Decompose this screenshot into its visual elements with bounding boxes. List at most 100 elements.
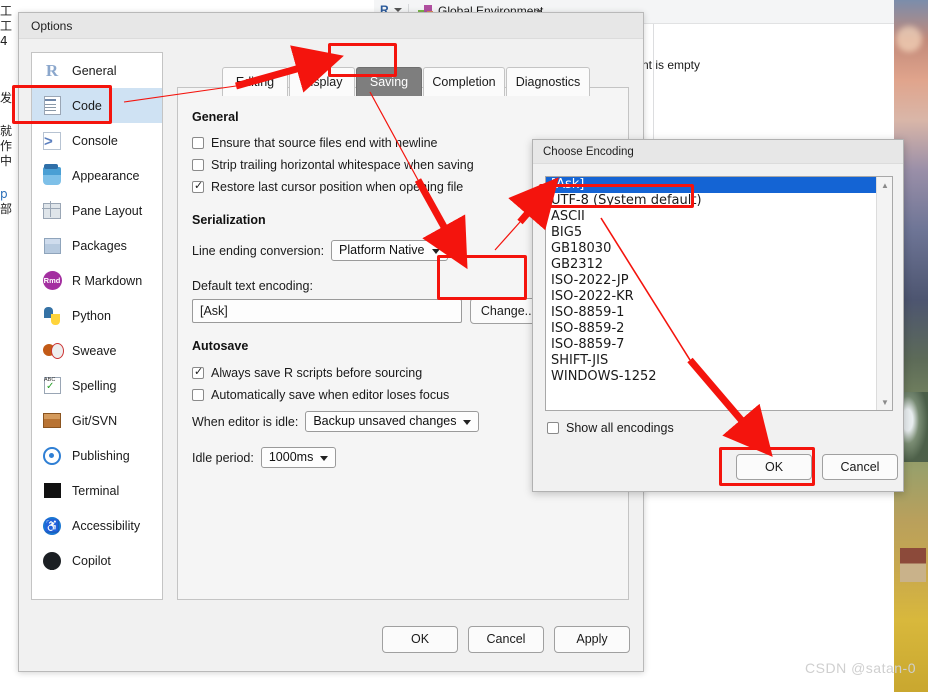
list-item[interactable]: ISO-2022-KR — [546, 289, 876, 305]
encoding-ok-button[interactable]: OK — [736, 454, 812, 480]
sidebar-item-label: Copilot — [72, 553, 111, 568]
checkbox-show-all-encodings[interactable]: Show all encodings — [547, 421, 674, 435]
sidebar-item-copilot[interactable]: Copilot — [32, 543, 162, 578]
encoding-list[interactable]: [Ask] UTF-8 (System default) ASCII BIG5 … — [546, 177, 876, 410]
serialization-section-title: Serialization — [192, 213, 266, 227]
list-item[interactable]: GB18030 — [546, 241, 876, 257]
spellcheck-icon — [42, 376, 62, 396]
list-item[interactable]: SHIFT-JIS — [546, 353, 876, 369]
list-item[interactable]: ISO-8859-2 — [546, 321, 876, 337]
list-item[interactable]: GB2312 — [546, 257, 876, 273]
list-item[interactable]: WINDOWS-1252 — [546, 369, 876, 385]
checkbox-always-save-before-sourcing[interactable]: Always save R scripts before sourcing — [192, 365, 422, 380]
sidebar-item-publishing[interactable]: Publishing — [32, 438, 162, 473]
sidebar-item-label: Python — [72, 308, 111, 323]
r-logo-icon: R — [45, 60, 59, 80]
sidebar-item-label: Console — [72, 133, 118, 148]
sidebar-item-label: Accessibility — [72, 518, 141, 533]
environment-empty-message: nt is empty — [642, 58, 701, 72]
encoding-cancel-button[interactable]: Cancel — [822, 454, 898, 480]
idle-action-dropdown[interactable]: Backup unsaved changes — [305, 411, 480, 432]
options-sidebar: R General Code > Console Appearance Pane… — [31, 52, 163, 600]
edge-fragment: 部 — [0, 202, 13, 216]
checkbox-restore-cursor[interactable]: Restore last cursor position when openin… — [192, 179, 464, 194]
accessibility-icon: ♿ — [43, 516, 61, 535]
encoding-dialog-title: Choose Encoding — [543, 145, 634, 158]
sidebar-item-python[interactable]: Python — [32, 298, 162, 333]
sidebar-item-label: Code — [72, 98, 102, 113]
checkbox-box[interactable] — [192, 137, 204, 149]
terminal-icon — [42, 481, 62, 501]
sidebar-item-pane-layout[interactable]: Pane Layout — [32, 193, 162, 228]
package-box-icon — [42, 236, 62, 256]
list-item[interactable]: UTF-8 (System default) — [546, 193, 876, 209]
sidebar-item-sweave[interactable]: Sweave — [32, 333, 162, 368]
cancel-button[interactable]: Cancel — [468, 626, 544, 653]
options-titlebar: Options — [19, 13, 643, 39]
sidebar-item-code[interactable]: Code — [32, 88, 162, 123]
paint-bucket-icon — [42, 166, 62, 186]
rstudio-left-pane: 工 工 4 发 就 作 中 p 部 — [0, 0, 18, 692]
scroll-down-icon[interactable]: ▼ — [877, 394, 893, 410]
checkbox-box[interactable] — [192, 389, 204, 401]
default-encoding-value: [Ask] — [192, 299, 462, 323]
sidebar-item-general[interactable]: R General — [32, 53, 162, 88]
checkbox-box[interactable] — [192, 159, 204, 171]
sidebar-item-git-svn[interactable]: Git/SVN — [32, 403, 162, 438]
apply-button[interactable]: Apply — [554, 626, 630, 653]
sidebar-item-label: Spelling — [72, 378, 117, 393]
tab-completion[interactable]: Completion — [423, 67, 505, 96]
tab-display[interactable]: Display — [289, 67, 355, 96]
rmd-badge-icon: Rmd — [42, 271, 62, 291]
line-ending-dropdown[interactable]: Platform Native — [331, 240, 448, 261]
checkbox-box[interactable] — [547, 422, 559, 434]
edge-fragment: p — [0, 187, 8, 201]
checkbox-ensure-newline[interactable]: Ensure that source files end with newlin… — [192, 136, 438, 150]
sidebar-item-r-markdown[interactable]: Rmd R Markdown — [32, 263, 162, 298]
idle-period-label: Idle period: — [192, 450, 254, 465]
list-item[interactable]: ASCII — [546, 209, 876, 225]
idle-action-row: When editor is idle: Backup unsaved chan… — [192, 411, 480, 432]
edge-fragment: 发 — [0, 91, 13, 105]
scroll-up-icon[interactable]: ▲ — [877, 177, 893, 193]
sidebar-item-console[interactable]: > Console — [32, 123, 162, 158]
csdn-watermark: CSDN @satan-0 — [805, 660, 916, 676]
list-item[interactable]: BIG5 — [546, 225, 876, 241]
python-icon — [42, 306, 62, 326]
encoding-dialog-titlebar: Choose Encoding — [533, 140, 903, 164]
sidebar-item-label: Appearance — [72, 168, 140, 183]
sidebar-item-appearance[interactable]: Appearance — [32, 158, 162, 193]
sidebar-item-label: Packages — [72, 238, 127, 253]
tab-diagnostics[interactable]: Diagnostics — [506, 67, 590, 96]
encoding-listbox[interactable]: [Ask] UTF-8 (System default) ASCII BIG5 … — [545, 176, 893, 411]
sidebar-item-label: Pane Layout — [72, 203, 143, 218]
pane-grid-icon — [42, 201, 62, 221]
sidebar-item-accessibility[interactable]: ♿ Accessibility — [32, 508, 162, 543]
sidebar-item-label: General — [72, 63, 117, 78]
list-item[interactable]: ISO-2022-JP — [546, 273, 876, 289]
list-item[interactable]: ISO-8859-1 — [546, 305, 876, 321]
checkbox-box[interactable] — [192, 179, 204, 193]
ok-button[interactable]: OK — [382, 626, 458, 653]
checkbox-box[interactable] — [192, 365, 204, 379]
edge-fragment: 中 — [0, 154, 13, 168]
sidebar-item-label: Git/SVN — [72, 413, 118, 428]
sidebar-item-packages[interactable]: Packages — [32, 228, 162, 263]
sidebar-item-label: Terminal — [72, 483, 120, 498]
sidebar-item-spelling[interactable]: Spelling — [32, 368, 162, 403]
checkbox-label: Restore last cursor position when openin… — [211, 180, 464, 194]
checkbox-strip-whitespace[interactable]: Strip trailing horizontal whitespace whe… — [192, 158, 474, 172]
checkbox-autosave-lose-focus[interactable]: Automatically save when editor loses foc… — [192, 388, 449, 402]
sweave-pdf-icon — [42, 341, 64, 361]
list-item[interactable]: ISO-8859-7 — [546, 337, 876, 353]
tab-saving[interactable]: Saving — [356, 67, 422, 96]
autosave-section-title: Autosave — [192, 339, 249, 353]
sidebar-item-terminal[interactable]: Terminal — [32, 473, 162, 508]
checkbox-label: Ensure that source files end with newlin… — [211, 136, 438, 150]
idle-period-dropdown[interactable]: 1000ms — [260, 447, 337, 468]
console-prompt-icon: > — [42, 131, 62, 151]
options-dialog-title: Options — [31, 18, 73, 33]
encoding-list-scrollbar[interactable]: ▲ ▼ — [876, 177, 892, 410]
list-item[interactable]: [Ask] — [546, 177, 876, 193]
tab-editing[interactable]: Editing — [222, 67, 288, 96]
